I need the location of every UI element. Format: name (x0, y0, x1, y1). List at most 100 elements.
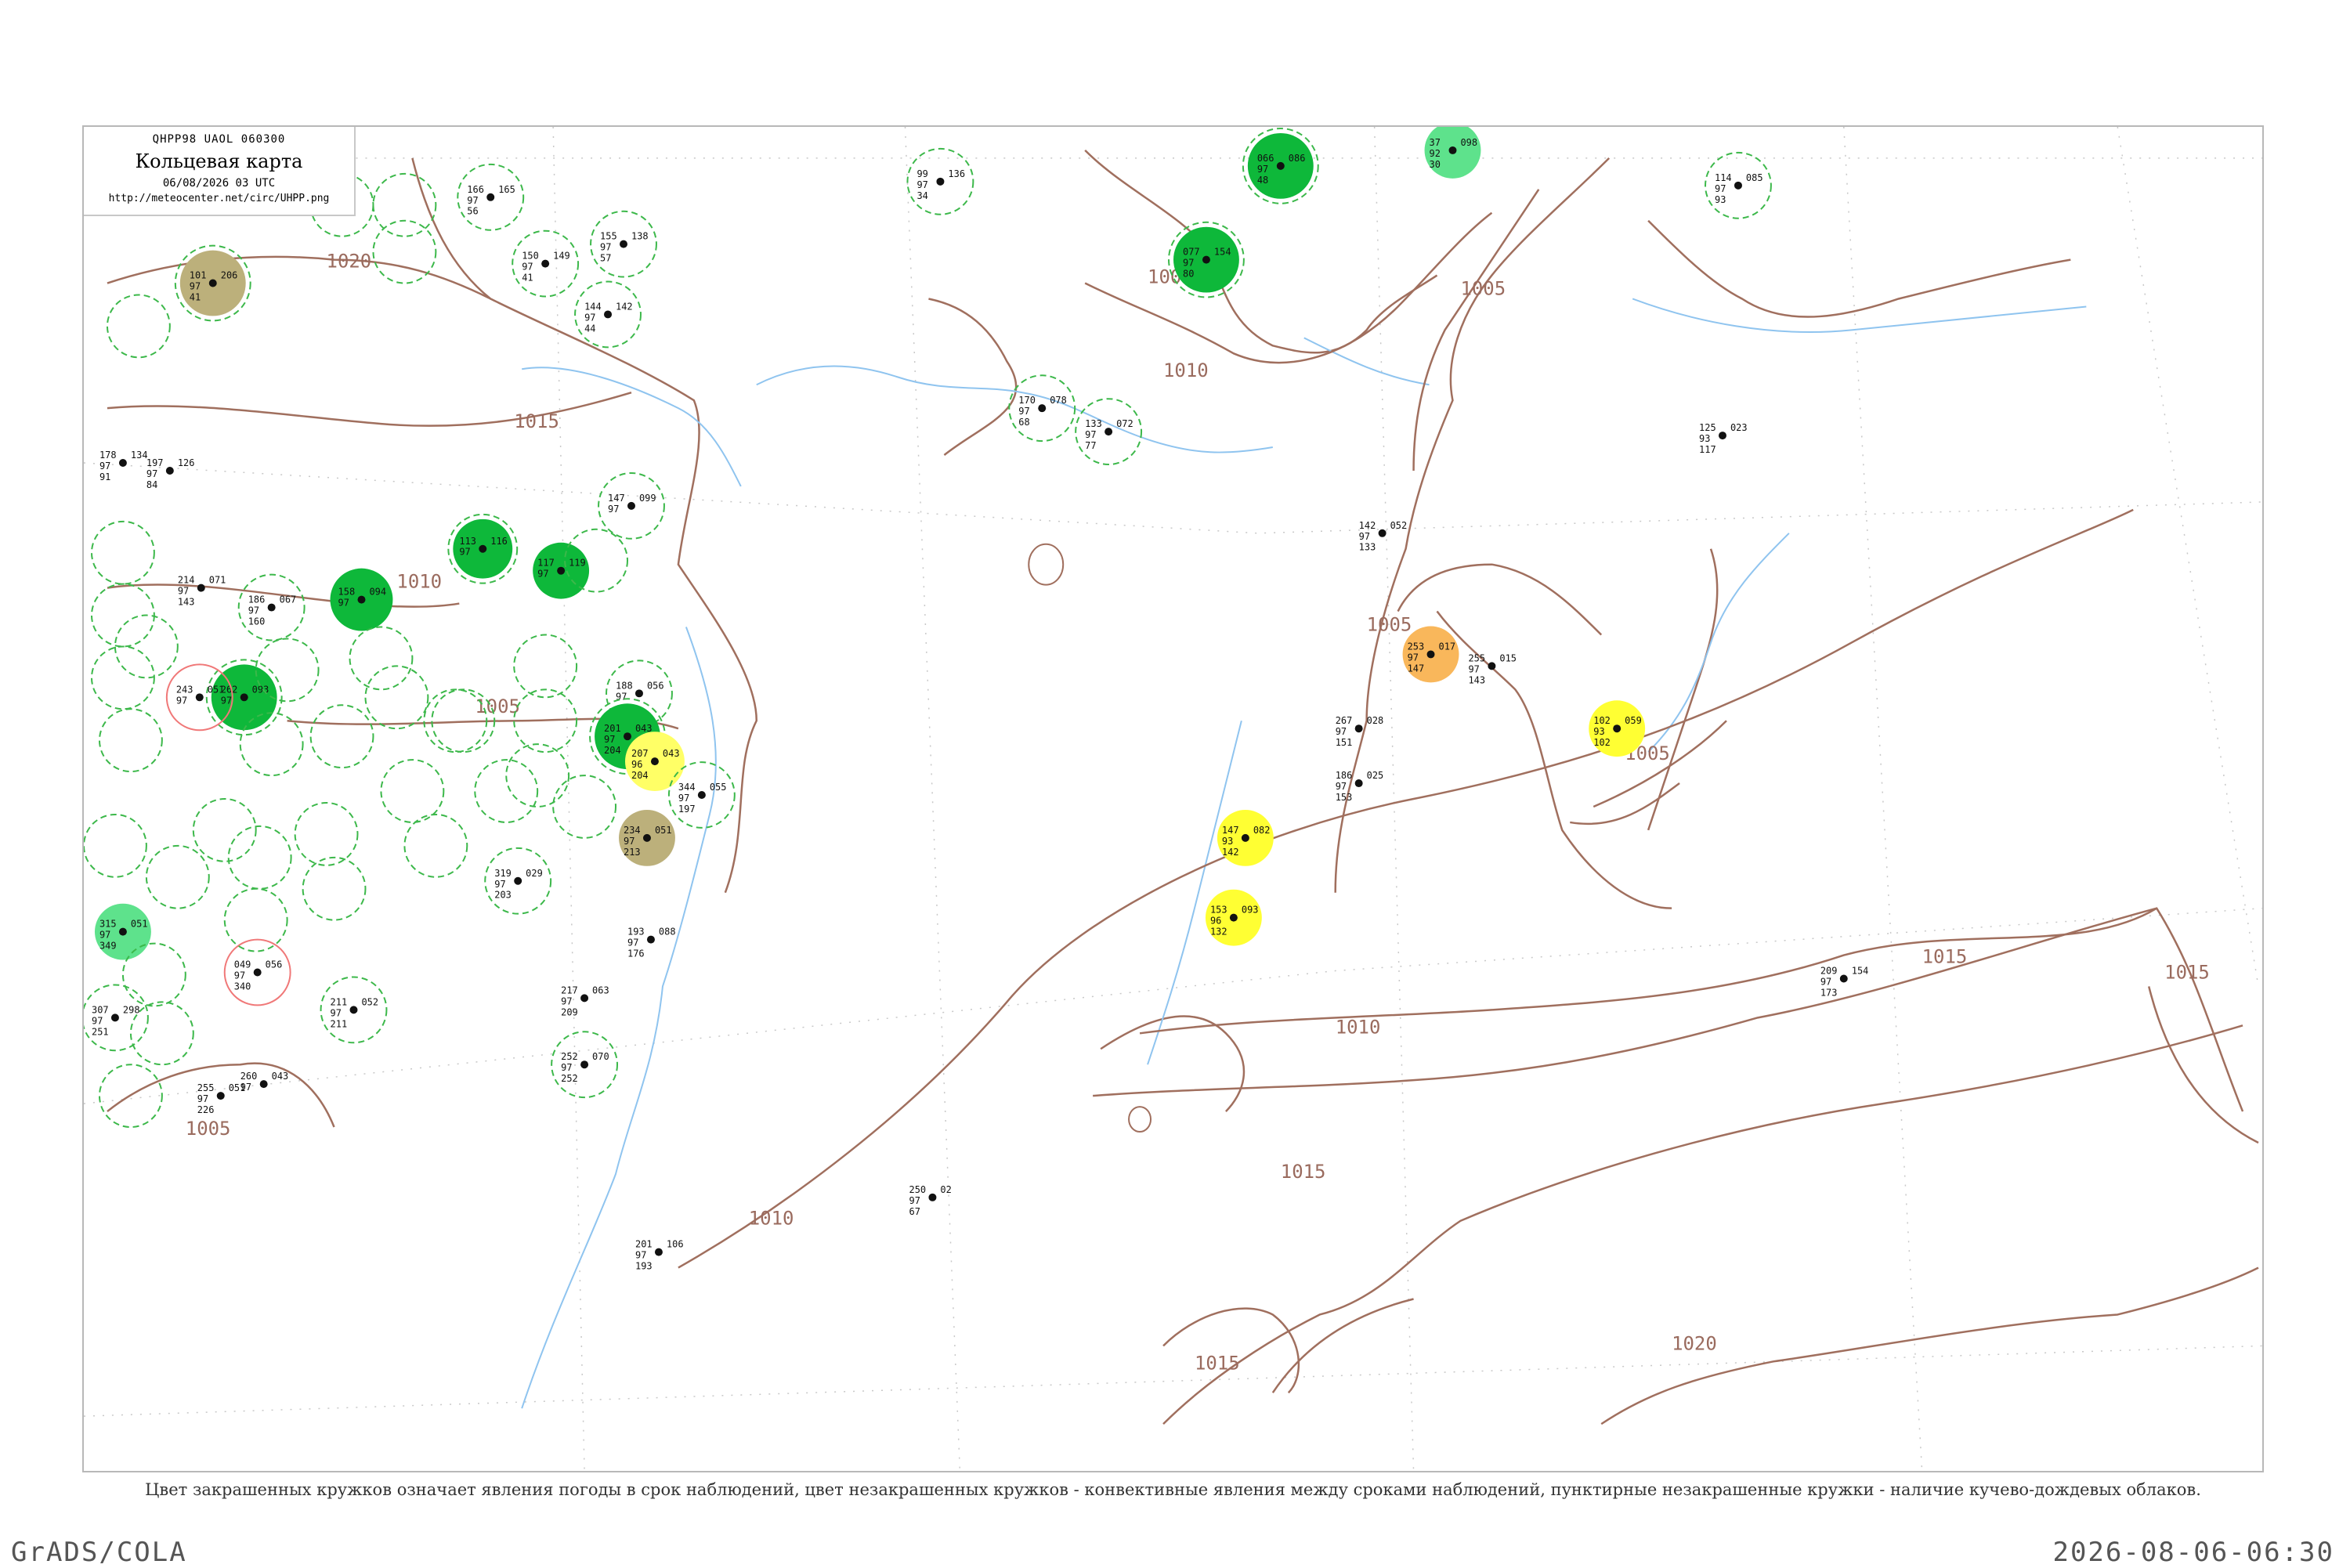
station-top-value: 066 (1257, 153, 1274, 164)
station-pressure: 094 (369, 587, 386, 598)
station-top-value: 201 (635, 1239, 653, 1250)
station-pressure: 106 (667, 1239, 684, 1250)
station-marker[interactable]: 207 043 96 204 (625, 732, 685, 792)
station-top-value: 252 (561, 1051, 578, 1062)
station-marker[interactable]: 197 126 97 84 (146, 457, 195, 490)
station-mid-value: 97 (459, 547, 470, 558)
station-mid-value: 93 (1593, 726, 1604, 737)
station-marker[interactable]: 255 051 97 226 (197, 1082, 246, 1115)
station-marker[interactable]: 117 119 97 (533, 542, 590, 599)
station-pressure: 138 (631, 231, 649, 242)
station-marker[interactable]: 170 078 97 68 (1008, 374, 1076, 443)
station-pressure: 093 (1242, 905, 1259, 916)
station-marker[interactable]: 260 043 97 (240, 1071, 289, 1093)
station-top-value: 077 (1183, 247, 1200, 258)
station-mid-value: 97 (221, 695, 232, 706)
station-pressure: 056 (266, 959, 283, 970)
station-low-value: 56 (467, 206, 478, 217)
station-marker[interactable]: 166 165 97 56 (457, 163, 525, 231)
station-mid-value: 97 (1183, 258, 1194, 269)
station-mid-value: 97 (627, 938, 638, 948)
station-top-value: 250 (909, 1184, 926, 1195)
station-top-value: 144 (584, 301, 602, 312)
station-pressure: 078 (1050, 395, 1067, 406)
station-marker[interactable]: 255 015 97 143 (1468, 652, 1517, 685)
station-marker[interactable]: 113 116 97 (447, 513, 519, 584)
station-mid-value: 97 (1336, 726, 1347, 737)
station-marker[interactable]: 102 059 93 102 (1589, 700, 1646, 757)
station-marker[interactable]: 193 088 97 176 (627, 927, 676, 959)
station-low-value: 91 (99, 471, 110, 482)
station-marker[interactable]: 307 298 97 251 (84, 984, 149, 1052)
station-top-value: 315 (99, 919, 117, 930)
station-marker[interactable]: 99 136 97 34 (906, 147, 974, 215)
station-top-value: 150 (522, 251, 539, 262)
station-mid-value: 97 (494, 879, 505, 890)
station-top-value: 307 (92, 1004, 109, 1015)
station-marker[interactable]: 201 106 97 193 (635, 1239, 684, 1272)
station-marker[interactable]: 144 142 97 44 (574, 280, 642, 349)
isobar-label: 1015 (1195, 1352, 1240, 1374)
station-mid-value: 97 (240, 1082, 251, 1093)
station-low-value: 41 (522, 273, 533, 284)
station-marker[interactable]: 158 094 97 (330, 568, 393, 631)
station-mid-value: 96 (1210, 916, 1221, 927)
station-marker[interactable]: 066 086 97 48 (1242, 127, 1319, 204)
station-top-value: 234 (624, 825, 641, 836)
station-marker[interactable]: 153 093 96 132 (1205, 889, 1262, 946)
map-legend: QHPP98 UAOL 060300 Кольцевая карта 06/08… (84, 127, 356, 216)
station-top-value: 142 (1359, 520, 1376, 531)
station-pressure: 059 (1625, 715, 1642, 726)
station-mid-value: 97 (561, 995, 572, 1006)
station-marker[interactable]: 315 051 97 349 (94, 903, 151, 960)
station-marker[interactable]: 155 138 97 57 (590, 210, 657, 278)
station-marker[interactable]: 150 149 97 41 (512, 229, 580, 298)
station-mid-value: 97 (1468, 663, 1479, 674)
station-top-value: 166 (467, 184, 484, 195)
station-low-value: 209 (561, 1006, 578, 1017)
footer-timestamp: 2026-08-06-06:30 (2052, 1537, 2334, 1568)
station-low-value: 160 (248, 616, 266, 627)
station-marker[interactable]: 37 098 92 30 (1424, 127, 1481, 179)
station-marker[interactable]: 114 085 97 93 (1705, 151, 1772, 219)
station-top-value: 102 (1593, 715, 1611, 726)
isobar-label: 1020 (327, 251, 372, 273)
station-marker[interactable]: 186 067 97 160 (237, 573, 306, 641)
station-marker[interactable]: 101 206 97 41 (174, 244, 251, 322)
station-marker[interactable]: 142 052 97 133 (1359, 520, 1408, 553)
station-marker[interactable]: 234 051 97 213 (619, 809, 675, 866)
station-marker[interactable]: 319 029 97 203 (484, 847, 552, 915)
station-marker[interactable]: 262 093 97 (205, 659, 283, 736)
station-low-value: 349 (99, 941, 117, 952)
map-frame: 1020 1015 1010 1005 1010 1005 1005 1005 … (82, 125, 2264, 1472)
station-low-value: 48 (1257, 175, 1268, 186)
station-marker[interactable]: 267 028 97 151 (1336, 715, 1384, 748)
station-pressure: 116 (490, 536, 508, 547)
station-low-value: 84 (146, 479, 157, 490)
station-marker[interactable]: 133 072 97 77 (1075, 398, 1143, 465)
station-marker[interactable]: 214 071 97 143 (178, 575, 226, 608)
station-mid-value: 97 (467, 195, 478, 206)
station-marker[interactable]: 147 082 93 142 (1217, 809, 1274, 866)
station-mid-value: 97 (1359, 531, 1370, 542)
station-pressure: 206 (221, 270, 238, 281)
station-marker[interactable]: 253 017 97 147 (1402, 626, 1459, 683)
station-mid-value: 97 (338, 598, 349, 609)
station-mid-value: 97 (1715, 183, 1726, 194)
station-top-value: 260 (240, 1071, 258, 1082)
station-top-value: 255 (197, 1082, 215, 1093)
station-marker[interactable]: 186 025 97 153 (1336, 770, 1384, 803)
station-marker[interactable]: 125 023 93 117 (1699, 422, 1748, 455)
station-marker[interactable]: 250 02 97 67 (909, 1184, 951, 1217)
station-low-value: 204 (604, 745, 621, 756)
station-marker[interactable]: 049 056 97 340 (223, 938, 291, 1006)
station-mid-value: 97 (561, 1062, 572, 1073)
station-marker[interactable]: 252 070 97 252 (551, 1031, 619, 1099)
station-low-value: 93 (1715, 194, 1726, 205)
station-mid-value: 97 (916, 179, 927, 190)
station-pressure: 056 (647, 680, 664, 691)
footer-software-label: GrADS/COLA (11, 1537, 187, 1568)
station-marker[interactable]: 147 099 97 (598, 471, 665, 540)
station-marker[interactable]: 211 052 97 211 (320, 976, 388, 1044)
station-marker[interactable]: 217 063 97 209 (561, 985, 609, 1017)
